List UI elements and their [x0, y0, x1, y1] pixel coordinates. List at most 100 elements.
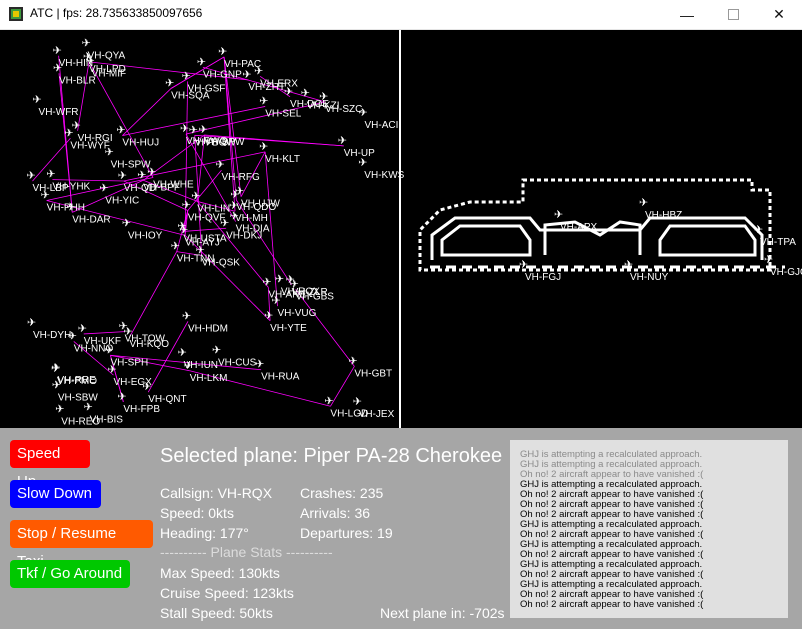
- plane-icon: ✈: [33, 93, 42, 106]
- aircraft-callsign: VH-LKM: [190, 373, 228, 384]
- stop-resume-taxi-button[interactable]: Stop / Resume Taxi: [10, 520, 153, 570]
- crashes-counter: Crashes: 235: [300, 485, 384, 501]
- plane-icon: ✈: [764, 253, 773, 266]
- aircraft-callsign: VH-ZHT: [248, 82, 285, 93]
- event-log: GHJ is attempting a recalculated approac…: [510, 440, 788, 618]
- close-button[interactable]: ✕: [756, 0, 802, 29]
- callsign-stat: Callsign: VH-RQX: [160, 485, 273, 501]
- maximize-icon: [727, 9, 739, 20]
- aircraft-callsign: VH-PHH: [47, 203, 85, 214]
- radar-view[interactable]: ✈ VH-QSK ✈ VH-WYF ✈ VH-AYJ ✈ VH-RRE ✈ VH-QDO ✈ VH-K…: [0, 30, 802, 428]
- plane-icon: ✈: [348, 354, 357, 367]
- aircraft[interactable]: ✈VH-WFR: [33, 93, 79, 118]
- aircraft-callsign: VH-DAR: [72, 214, 110, 225]
- aircraft-callsign: VH-LIN: [197, 203, 230, 214]
- plane-icon: ✈: [197, 55, 206, 68]
- aircraft-callsign: VH-WFR: [39, 107, 79, 118]
- plane-icon: ✈: [198, 123, 207, 136]
- aircraft[interactable]: ✈VH-RGI: [72, 119, 113, 144]
- plane-icon: ✈: [182, 69, 191, 82]
- aircraft[interactable]: ✈VH-GBT: [348, 354, 392, 379]
- aircraft-callsign: VH-USTA: [183, 233, 226, 244]
- plane-icon: ✈: [639, 196, 648, 209]
- close-icon: ✕: [773, 6, 785, 22]
- plane-icon: ✈: [271, 294, 280, 307]
- aircraft-callsign: VH-IOY: [128, 231, 163, 242]
- plane-icon: ✈: [255, 358, 264, 371]
- aircraft-callsign: VH-VUG: [277, 308, 316, 319]
- takeoff-go-around-button[interactable]: Tkf / Go Around: [10, 560, 130, 588]
- aircraft[interactable]: ✈VH-IOY: [122, 217, 163, 242]
- cruise-speed-stat: Cruise Speed: 123kts: [160, 585, 294, 601]
- plane-icon: ✈: [118, 169, 127, 182]
- departures-counter: Departures: 19: [300, 525, 393, 541]
- plane-icon: ✈: [218, 45, 227, 58]
- aircraft[interactable]: ✈VH-NUY: [624, 258, 669, 283]
- plane-icon: ✈: [105, 146, 114, 159]
- plane-icon: ✈: [324, 394, 333, 407]
- aircraft[interactable]: ✈VH-HDM: [182, 309, 228, 334]
- plane-icon: ✈: [53, 61, 62, 74]
- plane-icon: ✈: [215, 158, 224, 171]
- aircraft[interactable]: ✈VH-HBZ: [639, 196, 682, 221]
- plane-icon: ✈: [338, 134, 347, 147]
- plane-icon: ✈: [78, 322, 87, 335]
- plane-icon: ✈: [259, 94, 268, 107]
- aircraft[interactable]: ✈VH-KLT: [259, 140, 300, 165]
- aircraft-callsign: VH-DIA: [236, 224, 270, 235]
- plane-icon: ✈: [235, 185, 244, 198]
- aircraft[interactable]: ✈VH-QYA: [82, 36, 126, 61]
- aircraft[interactable]: ✈VH-TPA: [754, 223, 796, 248]
- speed-up-button[interactable]: Speed Up: [10, 440, 90, 490]
- aircraft[interactable]: ✈VH-KWS: [358, 156, 404, 181]
- slow-down-button[interactable]: Slow Down: [10, 480, 101, 508]
- aircraft-callsign: VH-YHK: [52, 182, 90, 193]
- aircraft[interactable]: ✈VH-PAC: [218, 45, 261, 70]
- aircraft[interactable]: ✈VH-TOW: [119, 320, 166, 345]
- plane-icon: ✈: [51, 362, 60, 375]
- plane-icon: ✈: [275, 272, 284, 285]
- plane-icon: ✈: [46, 168, 55, 181]
- plane-icon: ✈: [171, 240, 180, 253]
- aircraft-callsign: VH-RGI: [78, 133, 113, 144]
- plane-icon: ✈: [177, 219, 186, 232]
- title-bar: ATC | fps: 28.735633850097656 — ✕: [0, 0, 802, 30]
- aircraft-callsign: VH-TOW: [125, 334, 166, 345]
- window-title: ATC | fps: 28.735633850097656: [30, 6, 203, 20]
- aircraft[interactable]: ✈VH-ACI: [358, 106, 398, 131]
- aircraft-callsign: VH-FGJ: [525, 272, 561, 283]
- plane-icon: ✈: [122, 217, 131, 230]
- aircraft-callsign: VH-UP: [344, 148, 375, 159]
- aircraft[interactable]: ✈VH-UJW: [235, 185, 280, 210]
- plane-icon: ✈: [142, 380, 151, 393]
- plane-icon: ✈: [554, 208, 563, 221]
- aircraft[interactable]: ✈VH-RUA: [255, 358, 300, 383]
- aircraft-callsign: VH-RQX: [281, 286, 320, 297]
- plane-icon: ✈: [353, 395, 362, 408]
- plane-icon: ✈: [301, 87, 310, 100]
- plane-icon: ✈: [284, 85, 293, 98]
- app-icon: [9, 7, 23, 21]
- aircraft[interactable]: ✈VH-QNT: [142, 380, 186, 405]
- aircraft[interactable]: ✈VH-CUS: [212, 343, 257, 368]
- speed-stat: Speed: 0kts: [160, 505, 234, 521]
- minimize-button[interactable]: —: [664, 0, 710, 29]
- plane-icon: ✈: [116, 124, 125, 137]
- radar-canvas[interactable]: ✈VH-QSK✈VH-WYF✈VH-AYJ✈VH-RRE✈VH-QDO✈VH-K…: [0, 30, 802, 428]
- aircraft-callsign: VH-KLT: [265, 154, 300, 165]
- selected-plane-title: Selected plane: Piper PA-28 Cherokee: [160, 445, 503, 467]
- plane-icon: ✈: [72, 119, 81, 132]
- aircraft-callsign: VH-TNN: [177, 254, 215, 265]
- plane-icon: ✈: [184, 359, 193, 372]
- plane-icon: ✈: [182, 309, 191, 322]
- aircraft[interactable]: ✈VH-HUJ: [116, 124, 159, 149]
- aircraft-callsign: VH-APX: [560, 222, 598, 233]
- aircraft-callsign: VH-GBT: [354, 368, 392, 379]
- aircraft[interactable]: ✈VH-UP: [338, 134, 375, 159]
- aircraft[interactable]: ✈VH-SPW: [105, 146, 152, 171]
- aircraft[interactable]: ✈VH-APX: [554, 208, 598, 233]
- maximize-button[interactable]: [710, 0, 756, 29]
- stall-speed-stat: Stall Speed: 50kts: [160, 605, 273, 621]
- aircraft[interactable]: ✈VH-FGJ: [519, 258, 561, 283]
- aircraft[interactable]: ✈VH-DYH: [27, 316, 71, 341]
